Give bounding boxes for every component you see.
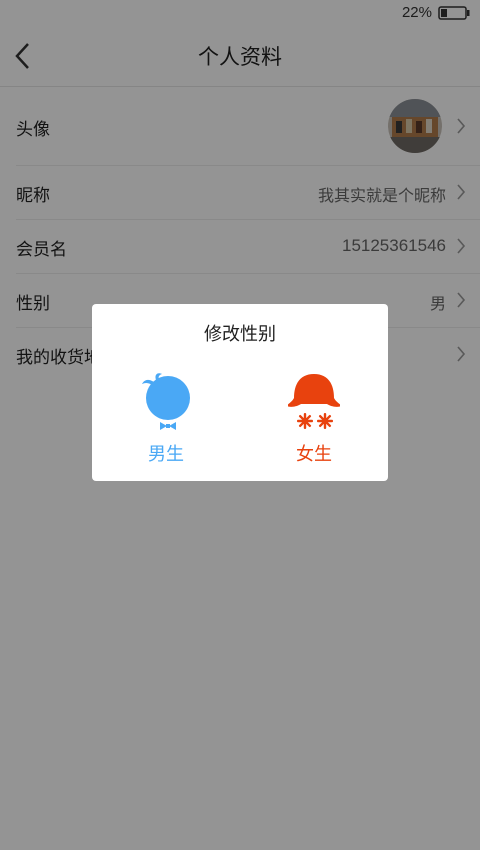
female-option[interactable]: 女生	[274, 372, 354, 472]
boy-icon	[142, 373, 190, 430]
girl-icon	[288, 374, 340, 429]
male-label: 男生	[148, 444, 184, 465]
dialog-title: 修改性别	[204, 324, 276, 345]
female-label: 女生	[296, 444, 332, 465]
male-option[interactable]: 男生	[126, 372, 206, 472]
gender-dialog: 修改性别 男生 女生	[92, 304, 388, 481]
